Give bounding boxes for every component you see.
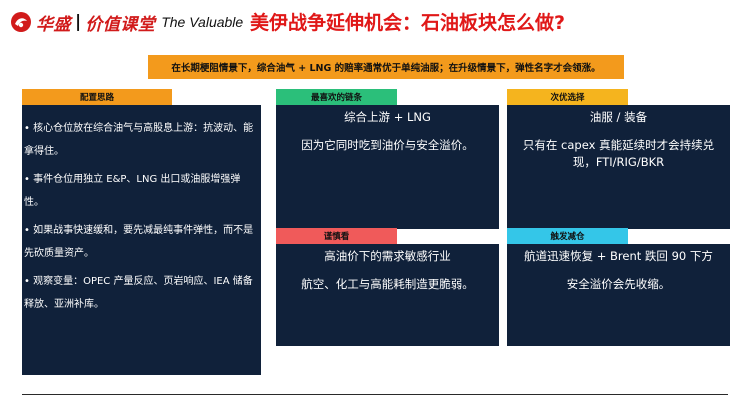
list-item: • 如果战事快速缓和，要先减最纯事件弹性，而不是先砍质量资产。 — [24, 225, 254, 259]
favorite-title: 综合上游 + LNG — [344, 110, 431, 124]
footer-divider — [22, 394, 728, 395]
tab-trigger-reduce: 触发减仓 — [507, 228, 628, 244]
brand-tagline: The Valuable — [161, 14, 244, 30]
caution-panel: 高油价下的需求敏感行业 航空、化工与高能耗制造更脆弱。 — [276, 244, 499, 346]
trigger-body: 安全溢价会先收缩。 — [566, 277, 671, 291]
second-choice-panel: 油服 / 装备 只有在 capex 真能延续时才会持续兑现，FTI/RIG/BK… — [507, 105, 730, 229]
second-choice-title: 油服 / 装备 — [589, 110, 648, 124]
favorite-body: 因为它同时吃到油价与安全溢价。 — [301, 138, 474, 152]
list-item: • 核心仓位放在综合油气与高股息上游：抗波动、能拿得住。 — [24, 123, 254, 157]
second-choice-body: 只有在 capex 真能延续时才会持续兑现，FTI/RIG/BKR — [522, 138, 715, 169]
tab-allocation-approach: 配置思路 — [22, 89, 172, 105]
favorite-panel: 综合上游 + LNG 因为它同时吃到油价与安全溢价。 — [276, 105, 499, 229]
brand-logo: 华盛 | 价值课堂 The Valuable — [10, 10, 244, 35]
trigger-panel: 航道迅速恢复 + Brent 跌回 90 下方 安全溢价会先收缩。 — [507, 244, 730, 346]
brand-divider: | — [75, 12, 82, 32]
summary-banner: 在长期梗阻情景下，综合油气 + LNG 的赔率通常优于单纯油服；在升级情景下，弹… — [148, 55, 624, 79]
caution-title: 高油价下的需求敏感行业 — [324, 249, 451, 263]
tab-caution: 谨慎看 — [276, 228, 397, 244]
brand-product: 价值课堂 — [85, 14, 156, 35]
list-item: • 事件仓位用独立 E&P、LNG 出口或油服增强弹性。 — [24, 174, 241, 208]
allocation-list: • 核心仓位放在综合油气与高股息上游：抗波动、能拿得住。 • 事件仓位用独立 E… — [22, 105, 261, 316]
tab-second-choice: 次优选择 — [507, 89, 628, 105]
trigger-title: 航道迅速恢复 + Brent 跌回 90 下方 — [524, 249, 713, 263]
caution-body: 航空、化工与高能耗制造更脆弱。 — [301, 277, 474, 291]
list-item: • 观察变量：OPEC 产量反应、页岩响应、IEA 储备释放、亚洲补库。 — [24, 276, 253, 310]
tab-favorite-chain: 最喜欢的链条 — [276, 89, 397, 105]
huasheng-logo-icon — [11, 12, 31, 32]
allocation-panel: • 核心仓位放在综合油气与高股息上游：抗波动、能拿得住。 • 事件仓位用独立 E… — [22, 105, 261, 375]
page-title: 美伊战争延伸机会：石油板块怎么做? — [250, 12, 566, 34]
brand-name: 华盛 — [36, 14, 71, 35]
